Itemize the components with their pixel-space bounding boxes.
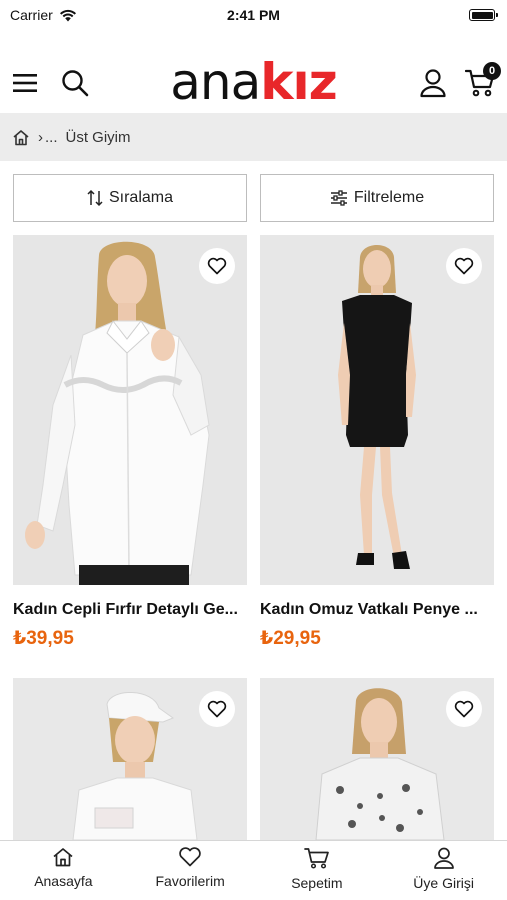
cart-count-badge: 0: [483, 62, 501, 80]
product-image[interactable]: [260, 678, 494, 840]
logo-text-ana: ana: [170, 53, 261, 111]
tab-login[interactable]: Üye Girişi: [380, 841, 507, 900]
battery-icon: [469, 9, 498, 21]
favorite-button[interactable]: [446, 248, 482, 284]
breadcrumb-separator-icon: ›: [38, 128, 43, 146]
home-icon: [53, 848, 73, 867]
tab-home[interactable]: Anasayfa: [0, 841, 127, 900]
tab-cart-label: Sepetim: [291, 875, 343, 891]
product-card[interactable]: [13, 678, 247, 840]
cart-icon: [304, 848, 329, 869]
home-icon[interactable]: [12, 129, 30, 146]
carrier-label: Carrier: [10, 7, 53, 23]
logo-text-kiz: kız: [260, 53, 337, 111]
filter-sliders-icon: [330, 190, 347, 206]
product-image[interactable]: [13, 235, 247, 585]
heart-icon: [454, 257, 474, 275]
product-card[interactable]: Kadın Omuz Vatkalı Penye ... ₺29,95: [260, 235, 494, 650]
product-card[interactable]: [260, 678, 494, 840]
sort-button[interactable]: Sıralama: [13, 174, 247, 222]
product-price: ₺29,95: [260, 628, 321, 649]
app-header: anakız 0: [0, 52, 507, 112]
sort-icon: [87, 189, 103, 207]
product-price: ₺39,95: [13, 628, 74, 649]
heart-icon: [454, 700, 474, 718]
user-icon: [420, 69, 446, 98]
breadcrumb-ellipsis[interactable]: ...: [45, 129, 58, 146]
heart-icon: [207, 700, 227, 718]
breadcrumb: › ... Üst Giyim: [0, 113, 507, 161]
favorite-button[interactable]: [199, 248, 235, 284]
heart-icon: [179, 847, 201, 867]
filter-button[interactable]: Filtreleme: [260, 174, 494, 222]
bottom-tab-bar: Anasayfa Favorilerim Sepetim Üye Girişi: [0, 840, 507, 900]
favorite-button[interactable]: [199, 691, 235, 727]
tab-favorites-label: Favorilerim: [155, 873, 225, 889]
heart-icon: [207, 257, 227, 275]
product-image[interactable]: [260, 235, 494, 585]
product-card[interactable]: Kadın Cepli Fırfır Detaylı Ge... ₺39,95: [13, 235, 247, 650]
product-photo-white-shirt: [13, 235, 247, 585]
product-image[interactable]: [13, 678, 247, 840]
sort-label: Sıralama: [108, 189, 174, 206]
account-button[interactable]: [416, 66, 450, 100]
wifi-icon: [59, 9, 76, 21]
breadcrumb-current: Üst Giyim: [65, 128, 131, 146]
filter-label: Filtreleme: [353, 189, 425, 206]
tab-cart[interactable]: Sepetim: [254, 841, 381, 900]
product-title[interactable]: Kadın Cepli Fırfır Detaylı Ge...: [13, 601, 247, 619]
cart-button[interactable]: 0: [463, 62, 501, 100]
tab-favorites[interactable]: Favorilerim: [127, 841, 254, 900]
product-title[interactable]: Kadın Omuz Vatkalı Penye ...: [260, 601, 494, 619]
tab-login-label: Üye Girişi: [413, 875, 474, 891]
status-bar: Carrier: [0, 0, 507, 30]
list-controls: Sıralama Filtreleme: [13, 174, 494, 222]
product-photo-black-dress: [260, 235, 494, 585]
user-icon: [433, 847, 454, 869]
tab-home-label: Anasayfa: [34, 873, 93, 889]
favorite-button[interactable]: [446, 691, 482, 727]
status-left: Carrier: [10, 7, 77, 23]
